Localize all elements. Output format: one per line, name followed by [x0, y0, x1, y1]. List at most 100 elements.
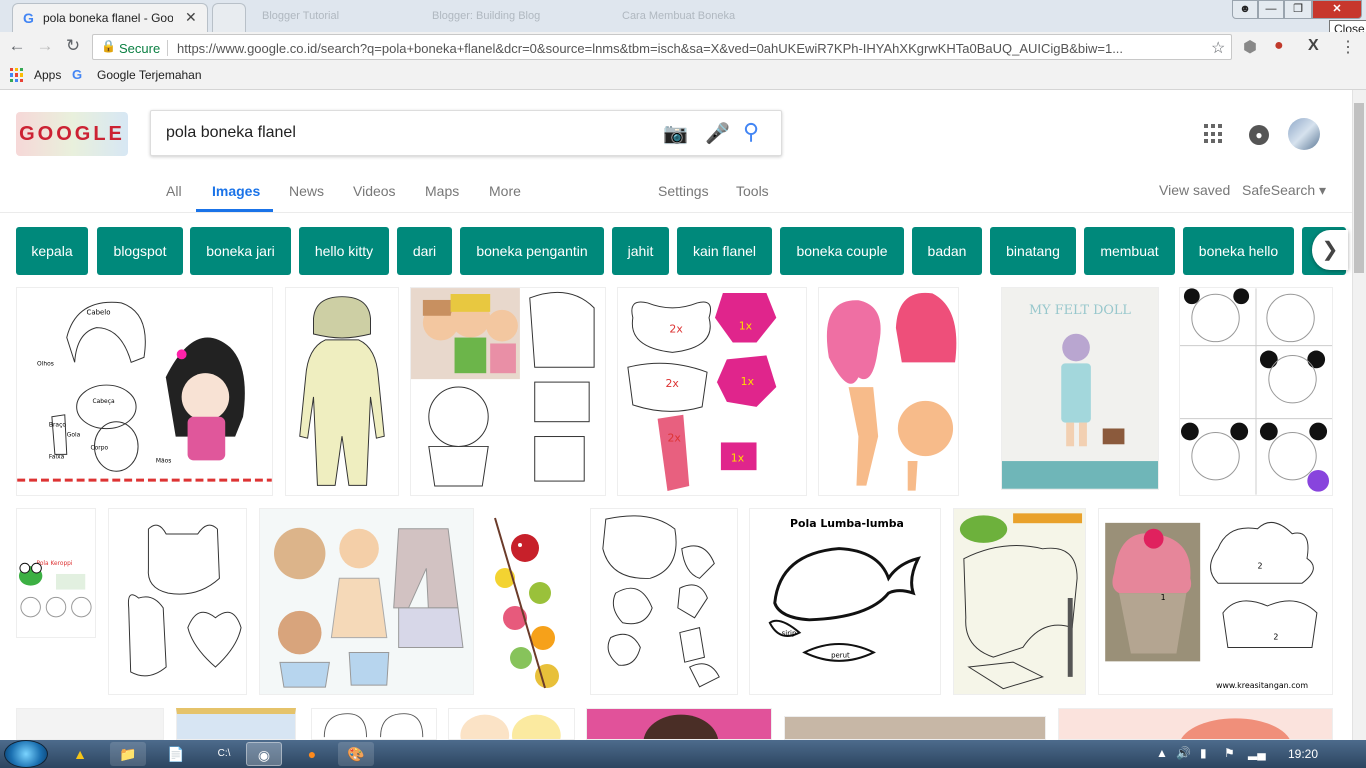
related-chip[interactable]: blogspot	[97, 227, 183, 275]
image-result[interactable]	[586, 708, 772, 740]
related-chip[interactable]: boneka hello	[1183, 227, 1294, 275]
pattern-label: Olhos	[37, 360, 54, 367]
image-result[interactable]: Pola Keroppi	[16, 508, 96, 638]
reload-icon[interactable]: ↻	[62, 36, 84, 56]
chrome-menu-icon[interactable]: ⋮	[1340, 37, 1356, 57]
address-bar[interactable]: 🔒 Secure https://www.google.co.id/search…	[92, 34, 1232, 60]
pattern-title: Pola Lumba-lumba	[790, 517, 904, 530]
notifications-icon[interactable]: ●	[1249, 125, 1269, 145]
related-chip[interactable]: badan	[912, 227, 982, 275]
flag-icon[interactable]: ⚑	[1224, 746, 1235, 760]
image-result[interactable]	[285, 287, 399, 496]
related-chip[interactable]: boneka couple	[780, 227, 904, 275]
pattern-label: Faixa	[49, 453, 65, 460]
microphone-icon[interactable]: 🎤	[705, 121, 730, 146]
bookmark-google-translate[interactable]: Google Terjemahan	[97, 68, 202, 82]
camera-icon[interactable]: 📷	[663, 121, 688, 146]
image-result[interactable]: Cabelo Olhos Cabeça Braço Gola Corpo Fai…	[16, 287, 273, 496]
paint-icon[interactable]: 🎨	[338, 742, 374, 766]
image-result[interactable]	[448, 708, 575, 740]
image-result[interactable]: MY FELT DOLL	[1001, 287, 1159, 490]
firefox-icon[interactable]: ●	[294, 742, 330, 766]
safesearch-dropdown[interactable]: SafeSearch ▾	[1242, 182, 1326, 199]
tab-close-icon[interactable]: ✕	[185, 9, 197, 26]
browser-tab-active[interactable]: G pola boneka flanel - Goo ✕	[12, 3, 208, 32]
image-result[interactable]: 1 2 2 www.kreasitangan.com	[1098, 508, 1333, 695]
account-avatar[interactable]	[1288, 118, 1320, 150]
forward-arrow-icon[interactable]: →	[34, 36, 56, 56]
explorer-folder-icon[interactable]: 📁	[110, 742, 146, 766]
image-result[interactable]	[108, 508, 247, 695]
volume-icon[interactable]: 🔊	[1176, 746, 1191, 760]
search-input[interactable]: pola boneka flanel	[166, 124, 296, 142]
related-chip[interactable]: membuat	[1084, 227, 1175, 275]
image-result[interactable]	[784, 716, 1046, 740]
related-chip[interactable]: kepala	[16, 227, 88, 275]
related-chip[interactable]: binatang	[990, 227, 1076, 275]
avast-icon[interactable]: ▲	[62, 742, 98, 766]
tab-images[interactable]: Images	[212, 183, 260, 199]
bookmark-star-icon[interactable]: ☆	[1211, 38, 1225, 58]
image-result[interactable]	[590, 508, 738, 695]
notepad-icon[interactable]: 📄	[158, 742, 194, 766]
image-result[interactable]: Pola Lumba-lumba sirip perut	[749, 508, 941, 695]
pattern-label: Cabelo	[87, 309, 111, 317]
image-result[interactable]	[485, 508, 580, 695]
tab-all[interactable]: All	[166, 183, 182, 199]
image-result[interactable]	[410, 287, 606, 496]
chevron-right-icon[interactable]: ❯	[1312, 230, 1348, 270]
related-chip[interactable]: kain flanel	[677, 227, 772, 275]
new-tab-button[interactable]	[212, 3, 246, 32]
translate-icon: G	[72, 67, 83, 82]
cmd-icon[interactable]: C:\	[206, 742, 242, 766]
search-box[interactable]: pola boneka flanel 📷 🎤 ⚲	[150, 110, 782, 156]
network-signal-icon[interactable]: ▂▄	[1248, 746, 1266, 760]
pattern-label: 1x	[741, 375, 755, 388]
taskbar-clock[interactable]: 19:20	[1288, 747, 1318, 761]
related-chip[interactable]: jahit	[612, 227, 669, 275]
related-chip[interactable]: boneka jari	[190, 227, 291, 275]
chrome-taskbar-icon[interactable]: ◉	[246, 742, 282, 766]
google-apps-icon[interactable]	[1204, 124, 1224, 144]
related-chip[interactable]: hello kitty	[299, 227, 389, 275]
image-result[interactable]	[953, 508, 1086, 695]
scrollbar-thumb[interactable]	[1354, 103, 1364, 273]
pattern-label: Pola Keroppi	[37, 561, 73, 567]
tab-videos[interactable]: Videos	[353, 183, 396, 199]
extension-paw-icon[interactable]: ●	[1274, 37, 1284, 55]
image-result[interactable]	[176, 708, 296, 740]
image-result[interactable]: 2x 1x 2x 1x 2x 1x	[617, 287, 807, 496]
pattern-label: 1x	[739, 320, 753, 333]
window-close-button[interactable]: ✕	[1312, 0, 1362, 19]
start-button[interactable]	[4, 740, 48, 768]
tab-news[interactable]: News	[289, 183, 324, 199]
google-favicon-icon: G	[23, 10, 34, 26]
extension-cube-icon[interactable]: ⬢	[1243, 37, 1257, 57]
bookmark-apps[interactable]: Apps	[34, 68, 61, 82]
back-arrow-icon[interactable]: ←	[6, 36, 28, 56]
tab-maps[interactable]: Maps	[425, 183, 459, 199]
pattern-label: Gola	[67, 432, 81, 439]
window-user-button[interactable]: ☻	[1232, 0, 1258, 19]
url-text[interactable]: https://www.google.co.id/search?q=pola+b…	[177, 41, 1197, 56]
window-minimize-button[interactable]: —	[1258, 0, 1284, 19]
image-result[interactable]	[259, 508, 474, 695]
related-chip[interactable]: dari	[397, 227, 452, 275]
image-result[interactable]	[1058, 708, 1333, 740]
tray-expand-icon[interactable]: ▲	[1156, 746, 1168, 760]
extension-x-icon[interactable]: X	[1308, 37, 1319, 55]
related-chip[interactable]: boneka pengantin	[460, 227, 604, 275]
tab-settings[interactable]: Settings	[658, 183, 709, 199]
image-result[interactable]	[1179, 287, 1333, 496]
pattern-label: Braço	[49, 422, 66, 429]
tab-tools[interactable]: Tools	[736, 183, 769, 199]
search-icon[interactable]: ⚲	[743, 119, 759, 145]
view-saved-link[interactable]: View saved	[1159, 182, 1230, 198]
image-result[interactable]	[16, 708, 164, 740]
tab-more[interactable]: More	[489, 183, 521, 199]
battery-icon[interactable]: ▮	[1200, 746, 1207, 760]
image-result[interactable]	[818, 287, 959, 496]
window-restore-button[interactable]: ❐	[1284, 0, 1312, 19]
image-result[interactable]	[311, 708, 437, 740]
google-doodle-logo[interactable]: GOOGLE	[16, 112, 128, 156]
